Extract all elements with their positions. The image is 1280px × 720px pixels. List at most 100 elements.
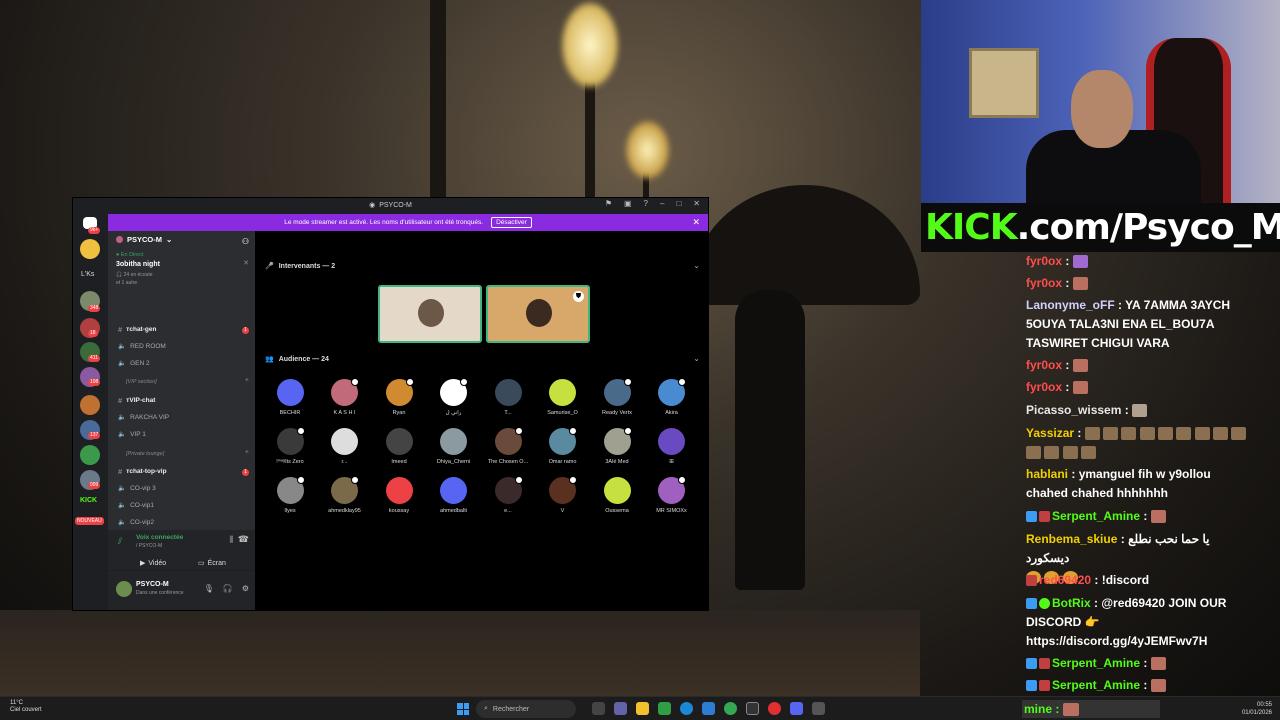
- voice-channel-icon: 🔈: [118, 485, 127, 492]
- invite-icon[interactable]: ⚇: [242, 237, 249, 246]
- inbox-icon[interactable]: ⚑: [605, 199, 612, 208]
- chat-message: Picasso_wissem :: [1026, 401, 1254, 420]
- audience-member[interactable]: ꕥ: [647, 428, 697, 466]
- add-channel-icon[interactable]: +: [245, 449, 249, 456]
- audience-name: The Chosen O...: [487, 459, 529, 465]
- audience-member[interactable]: راني ل: [429, 378, 479, 416]
- audience-section-header[interactable]: 👥 Audience — 24: [265, 355, 329, 364]
- audience-name: !ᵐᵃᵍIts Zero: [276, 459, 304, 465]
- noise-suppression-icon[interactable]: ⫼: [229, 535, 233, 545]
- chevron-down-icon[interactable]: ⌄: [693, 354, 700, 363]
- edge-icon[interactable]: [680, 702, 693, 715]
- teams-icon[interactable]: [614, 702, 627, 715]
- speakers-section-header[interactable]: 🎤 Intervenants — 2: [265, 262, 335, 271]
- file-explorer-icon[interactable]: [636, 702, 649, 715]
- close-icon[interactable]: ✕: [243, 259, 249, 267]
- audience-member[interactable]: Ilyes: [265, 476, 315, 514]
- taskbar-search[interactable]: ⌕ Rechercher: [476, 700, 576, 718]
- audience-member[interactable]: Ready Vertx: [592, 378, 642, 416]
- disable-streamer-mode-button[interactable]: Désactiver: [491, 217, 532, 228]
- screen-icon[interactable]: ▣: [624, 199, 632, 208]
- channel-rakcha-vip[interactable]: 🔈 RAKCHA VIP: [118, 413, 169, 422]
- avatar[interactable]: [116, 581, 132, 597]
- video-button[interactable]: ▶ Vidéo: [140, 556, 166, 570]
- voice-channel-icon: 🔈: [118, 519, 127, 526]
- audience-member[interactable]: Omar ramo: [538, 427, 588, 465]
- audience-member[interactable]: ahmedklay95: [320, 476, 370, 514]
- channel-vip-chat[interactable]: # тVIP-chat: [118, 396, 155, 405]
- audience-member[interactable]: The Chosen O...: [483, 427, 533, 465]
- app-icon[interactable]: [658, 702, 671, 715]
- obs-icon[interactable]: [746, 702, 759, 715]
- task-view-icon[interactable]: [592, 702, 605, 715]
- channel-co-vip2[interactable]: 🔈 CO-vip2: [118, 518, 154, 527]
- kick-server-icon[interactable]: KICK: [80, 497, 97, 504]
- windows-start-icon[interactable]: [457, 703, 469, 715]
- channel-co-vip1[interactable]: 🔈 CO-vip1: [118, 501, 154, 510]
- help-icon[interactable]: ?: [644, 199, 648, 208]
- audience-member[interactable]: Imeed: [374, 428, 424, 465]
- audience-member[interactable]: Ryan: [374, 378, 424, 416]
- audience-member[interactable]: Akira: [647, 378, 697, 416]
- audience-member[interactable]: K A S H I: [320, 378, 370, 416]
- channel-gen-2[interactable]: 🔈 GEN 2: [118, 359, 150, 368]
- server-lks-label[interactable]: L'Ks: [81, 271, 94, 278]
- chrome-icon[interactable]: [724, 702, 737, 715]
- screen-share-button[interactable]: ▭ Écran: [198, 556, 226, 570]
- clock-time: 00:55: [1256, 702, 1272, 708]
- system-clock[interactable]: 00:55 01/01/2026: [1242, 701, 1272, 717]
- weather-widget[interactable]: 11°C Ciel couvert: [10, 700, 42, 714]
- audience-member[interactable]: V: [538, 476, 588, 514]
- unread-badge: 1: [242, 469, 249, 476]
- speaker-tile[interactable]: [378, 285, 482, 343]
- disconnect-icon[interactable]: ☎: [238, 534, 249, 545]
- microphone-icon[interactable]: 🎙: [204, 584, 214, 593]
- microphone-icon: 🎤: [265, 263, 274, 270]
- voice-channel-path: / PSYCO-M: [136, 543, 163, 549]
- voice-connected-label[interactable]: Voix connectée: [136, 534, 183, 541]
- category-private-lounge[interactable]: [Private lounge]: [126, 451, 164, 457]
- server-icon[interactable]: [80, 395, 100, 415]
- minimize-button[interactable]: –: [660, 199, 664, 208]
- audience-member[interactable]: r...: [320, 428, 370, 465]
- chat-input[interactable]: mine :: [1022, 700, 1160, 718]
- audience-member[interactable]: BECHIR: [265, 379, 315, 416]
- speaker-tile[interactable]: ⛊: [486, 285, 590, 343]
- channel-co-vip-3[interactable]: 🔈 CO-vip 3: [118, 484, 156, 493]
- channel-red-room[interactable]: 🔈 RED ROOM: [118, 342, 166, 351]
- audience-member[interactable]: koussay: [374, 477, 424, 514]
- live-event[interactable]: ● En Direct 3obitha night 🎧 24 en écoute…: [108, 248, 255, 290]
- user-controls: 🎙 🎧 ⚙: [204, 584, 249, 593]
- headphones-icon[interactable]: 🎧: [223, 584, 233, 593]
- app-icon[interactable]: [768, 702, 781, 715]
- audience-member[interactable]: 3Alé Med: [592, 427, 642, 465]
- window-title-text: PSYCO-M: [379, 201, 412, 209]
- audience-member[interactable]: MR SIMOXx: [647, 476, 697, 514]
- category-vip-section[interactable]: [VIP section]: [126, 379, 157, 385]
- headphones-icon: 🎧: [116, 272, 123, 278]
- audience-member[interactable]: ahmedbalti: [429, 477, 479, 514]
- guild-header[interactable]: PSYCO-M ⌄ ⚇: [108, 231, 255, 248]
- audience-member[interactable]: Samurise_O: [538, 379, 588, 416]
- audience-member[interactable]: e...: [483, 476, 533, 514]
- server-icon[interactable]: [80, 239, 100, 259]
- channel-chat-top-vip[interactable]: # тchat-top-vip: [118, 467, 167, 476]
- channel-vip-1[interactable]: 🔈 VIP 1: [118, 430, 146, 439]
- channel-chat-gen[interactable]: # тchat-gen: [118, 325, 156, 334]
- close-window-button[interactable]: ✕: [693, 199, 700, 208]
- add-channel-icon[interactable]: +: [245, 377, 249, 384]
- chevron-down-icon[interactable]: ⌄: [693, 261, 700, 270]
- discord-icon[interactable]: [790, 702, 803, 715]
- new-badge[interactable]: NOUVEAU: [75, 517, 104, 525]
- audience-member[interactable]: Oussema: [592, 477, 642, 514]
- maximize-button[interactable]: □: [676, 199, 681, 208]
- close-icon[interactable]: ✕: [692, 217, 700, 228]
- server-icon[interactable]: [80, 445, 100, 465]
- audience-member[interactable]: !ᵐᵃᵍIts Zero: [265, 427, 315, 465]
- audience-member[interactable]: T...: [483, 379, 533, 416]
- gear-icon[interactable]: ⚙: [242, 584, 249, 593]
- app-icon[interactable]: [702, 702, 715, 715]
- app-icon[interactable]: [812, 702, 825, 715]
- audience-member[interactable]: Dhiya_Cherni: [429, 428, 479, 465]
- background-pole: [430, 0, 446, 200]
